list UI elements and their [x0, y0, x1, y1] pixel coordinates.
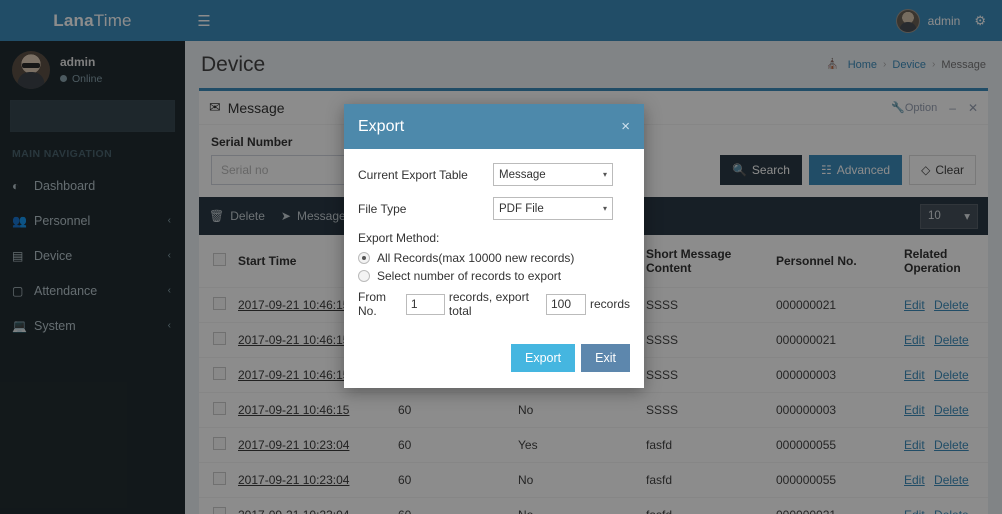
chevron-down-icon: ▾	[602, 204, 607, 213]
export-method-label: Export Method:	[358, 231, 440, 245]
current-export-table-select[interactable]: Message ▾	[493, 163, 613, 186]
export-method-select-label: Select number of records to export	[377, 269, 562, 283]
current-export-table-row: Current Export Table Message ▾	[358, 163, 630, 186]
file-type-value: PDF File	[499, 202, 544, 215]
export-button[interactable]: Export	[511, 344, 576, 372]
radio-icon[interactable]	[358, 252, 370, 264]
export-dialog-footer: Export Exit	[344, 330, 644, 388]
record-range-row: From No. records, export total records	[358, 290, 630, 318]
radio-icon[interactable]	[358, 270, 370, 282]
export-method-all-label: All Records(max 10000 new records)	[377, 251, 575, 265]
records-middle-label: records, export total	[448, 290, 529, 318]
file-type-select[interactable]: PDF File ▾	[493, 197, 613, 220]
export-dialog-header: Export ×	[344, 104, 644, 149]
exit-button[interactable]: Exit	[581, 344, 630, 372]
export-dialog-title: Export	[358, 117, 405, 135]
chevron-down-icon: ▾	[602, 170, 607, 179]
total-records-input[interactable]	[545, 293, 586, 315]
export-dialog: Export × Current Export Table Message ▾ …	[344, 104, 644, 388]
from-no-label: From No.	[358, 290, 386, 318]
from-no-input[interactable]	[405, 293, 445, 315]
records-tail-label: records	[589, 297, 630, 311]
export-method-select-option[interactable]: Select number of records to export	[358, 269, 630, 283]
close-icon[interactable]: ×	[621, 119, 630, 134]
export-dialog-body: Current Export Table Message ▾ File Type…	[344, 149, 644, 330]
file-type-label: File Type	[358, 201, 407, 216]
current-export-table-label: Current Export Table	[358, 167, 468, 182]
app-root: Lana Time ☰ admin ⚙ admin Online MAIN NA…	[0, 0, 1002, 514]
file-type-row: File Type PDF File ▾	[358, 197, 630, 220]
export-method-all-option[interactable]: All Records(max 10000 new records)	[358, 251, 630, 265]
current-export-table-value: Message	[499, 168, 546, 181]
